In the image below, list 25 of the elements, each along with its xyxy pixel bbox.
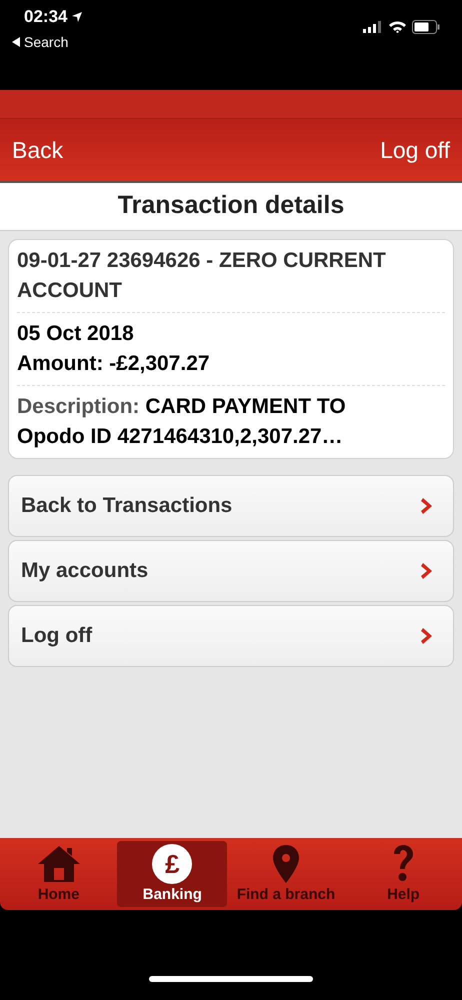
chevron-icon	[421, 562, 433, 580]
transaction-date: 05 Oct 2018	[17, 321, 135, 347]
menu-link[interactable]: Back to Transactions	[8, 475, 454, 537]
location-pin-icon	[272, 844, 300, 884]
tab[interactable]: £ Banking	[117, 841, 228, 907]
menu-link[interactable]: Log off	[8, 605, 454, 667]
chevron-icon	[421, 497, 433, 515]
location-arrow-icon	[71, 11, 84, 23]
chevron-icon	[421, 627, 433, 645]
house-icon	[36, 844, 81, 884]
log-off-button[interactable]: Log off	[380, 132, 450, 168]
question-mark-icon	[391, 844, 416, 884]
transaction-amount: Amount: -£2,307.27	[17, 351, 211, 377]
back-button[interactable]: Back	[12, 132, 64, 168]
page-title: Transaction details	[0, 181, 462, 230]
status-time: 02:34	[24, 7, 68, 27]
back-to-app-link[interactable]: Search	[24, 34, 68, 50]
description-text: Description: CARD PAYMENT TO Opodo ID 4271464310,2,307.27…	[17, 394, 347, 450]
signal-icon	[363, 21, 383, 33]
menu-link[interactable]: My accounts	[8, 540, 454, 602]
back-triangle-icon	[12, 37, 20, 47]
battery-icon	[412, 20, 440, 34]
account-name: 09-01-27 23694626 - ZERO CURRENT ACCOUNT	[17, 248, 387, 304]
wifi-icon	[389, 21, 406, 33]
pound-icon: £	[152, 844, 192, 884]
